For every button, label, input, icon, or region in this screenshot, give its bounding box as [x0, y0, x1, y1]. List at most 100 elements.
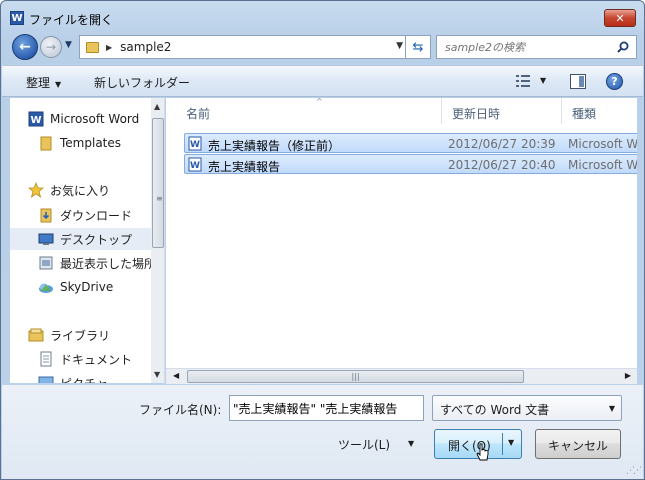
resize-grip-icon[interactable]: ⋰⋰ [626, 466, 642, 476]
chevron-down-icon: ▼ [608, 404, 615, 413]
nav-item-libraries[interactable]: ライブラリ [10, 324, 151, 346]
nav-item-documents[interactable]: ドキュメント [10, 348, 151, 370]
recent-places-icon [39, 256, 53, 270]
column-label: 更新日時 [452, 107, 501, 121]
tools-menu[interactable]: ツール(L) ▼ [338, 436, 414, 453]
file-list-hscrollbar[interactable]: ◀ ||| ▶ [166, 368, 637, 384]
scrollbar-thumb[interactable]: ||| [187, 370, 524, 383]
recent-pages-dropdown[interactable]: ▼ [65, 40, 72, 50]
nav-label: SkyDrive [60, 280, 114, 294]
chevron-down-icon: ▼ [408, 439, 415, 448]
star-icon [28, 182, 44, 198]
file-type: Microsoft Wo [568, 137, 637, 151]
scroll-up-icon[interactable]: ▲ [154, 102, 160, 111]
file-modified: 2012/06/27 20:39 [448, 137, 556, 151]
column-header-name[interactable]: 名前 ^ [176, 98, 442, 124]
nav-item-desktop[interactable]: デスクトップ [10, 228, 151, 250]
filename-input[interactable] [229, 395, 424, 421]
word-app-icon: W [10, 11, 24, 25]
sort-ascending-icon: ^ [316, 98, 323, 106]
documents-icon [40, 351, 52, 367]
nav-label: お気に入り [50, 183, 111, 198]
filter-value: すべての Word 文書 [440, 403, 550, 417]
nav-label: ドキュメント [60, 352, 133, 367]
nav-item-recent-places[interactable]: 最近表示した場所 [10, 252, 156, 274]
nav-label: デスクトップ [60, 232, 133, 247]
file-modified: 2012/06/27 20:40 [448, 158, 556, 172]
tools-label: ツール(L) [338, 438, 391, 452]
pictures-icon [38, 376, 54, 383]
search-input[interactable] [445, 40, 605, 54]
svg-text:W: W [30, 115, 41, 126]
folder-icon [86, 41, 99, 53]
file-type: Microsoft Wo [568, 158, 637, 172]
address-dropdown-icon[interactable]: ▼ [396, 41, 403, 51]
file-list-pane: 名前 ^ 更新日時 種類 W 売上実績報告（修正前） 2012/06/27 20… [166, 98, 637, 383]
svg-text:W: W [190, 161, 200, 171]
open-options-dropdown-icon[interactable]: ▼ [508, 438, 514, 447]
chevron-down-icon: ▼ [55, 80, 62, 89]
nav-item-downloads[interactable]: ダウンロード [10, 204, 151, 226]
address-bar[interactable]: ▶ sample2 ▼ [79, 35, 411, 59]
desktop-icon [38, 233, 54, 245]
breadcrumb-current[interactable]: sample2 [120, 40, 171, 54]
nav-pane-scrollbar[interactable]: ▲ ≡ ▼ [151, 98, 164, 383]
organize-label: 整理 [26, 76, 51, 90]
navigation-pane: W Microsoft Word Templates お気に入り ダウンロード [10, 98, 165, 383]
nav-item-microsoft-word[interactable]: W Microsoft Word [10, 108, 151, 130]
folder-icon [40, 136, 52, 151]
navigation-bar: ← → ▼ ▶ sample2 ▼ ⇆ [9, 33, 637, 61]
search-box[interactable] [436, 35, 637, 59]
close-button[interactable]: ✕ [604, 9, 636, 27]
nav-label: ライブラリ [50, 328, 111, 343]
scroll-left-icon[interactable]: ◀ [173, 371, 179, 380]
close-icon: ✕ [615, 11, 625, 25]
nav-item-favorites[interactable]: お気に入り [10, 179, 151, 201]
organize-menu[interactable]: 整理 ▼ [26, 74, 61, 91]
library-icon [28, 328, 44, 342]
arrow-left-icon: ← [19, 39, 31, 55]
column-header-type[interactable]: 種類 [562, 98, 637, 124]
nav-label: ピクチャ [60, 375, 108, 384]
preview-pane-icon[interactable] [570, 74, 586, 89]
title-bar[interactable]: W ファイルを開く ✕ [1, 1, 644, 31]
word-icon: W [28, 111, 44, 127]
column-label: 種類 [572, 107, 597, 121]
skydrive-icon [39, 283, 53, 293]
word-document-icon: W [188, 136, 202, 151]
file-type-filter[interactable]: すべての Word 文書 ▼ [432, 395, 622, 421]
nav-item-pictures[interactable]: ピクチャ [10, 372, 151, 383]
arrow-right-icon: → [45, 40, 57, 54]
column-header-modified[interactable]: 更新日時 [442, 98, 562, 124]
view-options-icon[interactable] [515, 74, 531, 88]
nav-label: Microsoft Word [50, 112, 140, 126]
scroll-down-icon[interactable]: ▼ [154, 370, 160, 379]
word-document-icon: W [188, 157, 202, 172]
nav-item-templates[interactable]: Templates [10, 132, 151, 154]
refresh-button[interactable]: ⇆ [405, 35, 431, 59]
scrollbar-thumb[interactable]: ≡ [152, 118, 164, 248]
window-title: ファイルを開く [29, 13, 114, 27]
grip-icon: ≡ [156, 194, 163, 203]
help-icon[interactable]: ? [606, 73, 623, 90]
filename-label: ファイル名(N): [139, 403, 222, 417]
refresh-icon: ⇆ [412, 39, 424, 55]
back-button[interactable]: ← [12, 34, 38, 60]
file-row[interactable]: W 売上実績報告（修正前） 2012/06/27 20:39 Microsoft… [184, 133, 637, 153]
file-name: 売上実績報告（修正前） [208, 139, 341, 153]
nav-item-skydrive[interactable]: SkyDrive [10, 276, 151, 298]
breadcrumb-separator-icon[interactable]: ▶ [106, 43, 112, 52]
file-row[interactable]: W 売上実績報告 2012/06/27 20:40 Microsoft Wo [184, 154, 637, 174]
download-folder-icon [40, 208, 52, 223]
open-file-dialog: W ファイルを開く ✕ ← → ▼ ▶ sample2 ▼ ⇆ sample2の… [0, 0, 645, 480]
nav-label: 最近表示した場所 [60, 256, 157, 271]
scroll-right-icon[interactable]: ▶ [625, 371, 631, 380]
forward-button[interactable]: → [40, 36, 62, 58]
cancel-button[interactable]: キャンセル [535, 429, 621, 459]
nav-label: ダウンロード [60, 208, 133, 223]
file-name: 売上実績報告 [208, 160, 281, 174]
search-icon[interactable] [616, 40, 630, 54]
dialog-footer: ファイル名(N): すべての Word 文書 ▼ ツール(L) ▼ 開く(O) … [2, 385, 643, 479]
view-dropdown-icon[interactable]: ▼ [540, 76, 546, 85]
new-folder-button[interactable]: 新しいフォルダー [94, 74, 190, 91]
